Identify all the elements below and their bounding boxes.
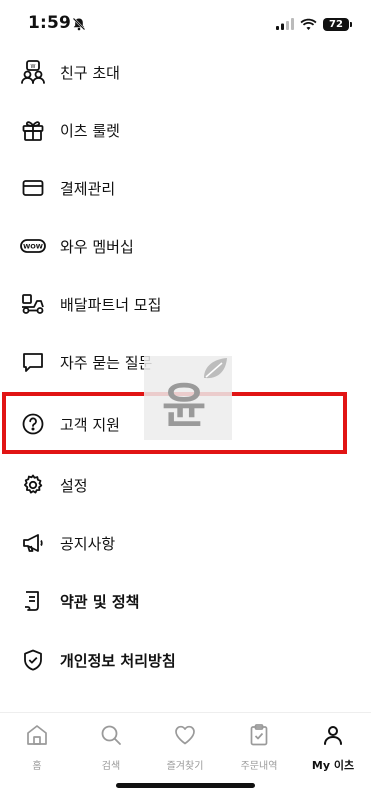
card-icon [20, 175, 46, 201]
menu-item-label: 결제관리 [60, 179, 116, 198]
chat-bubble-icon [20, 349, 46, 375]
delivery-scooter-icon [20, 291, 46, 317]
menu-item-wow-membership[interactable]: WOW 와우 멤버십 [0, 217, 371, 275]
menu-item-label: 친구 초대 [60, 63, 120, 82]
menu-item-label: 설정 [60, 476, 88, 495]
tab-search[interactable]: 검색 [74, 723, 148, 772]
signal-icon [276, 15, 294, 34]
menu-item-label: 이츠 룰렛 [60, 121, 120, 140]
gift-icon [20, 117, 46, 143]
menu-item-label: 개인정보 처리방침 [60, 651, 176, 670]
menu-item-payment[interactable]: 결제관리 [0, 159, 371, 217]
menu-item-eats-roulette[interactable]: 이츠 룰렛 [0, 101, 371, 159]
tab-label: 검색 [101, 761, 121, 772]
menu-item-terms[interactable]: 약관 및 정책 [0, 572, 371, 630]
menu-item-privacy-policy[interactable]: 개인정보 처리방침 [0, 631, 371, 689]
wifi-icon [300, 15, 317, 34]
friend-invite-icon: W [20, 59, 46, 85]
home-icon [25, 723, 49, 751]
gear-icon [20, 472, 46, 498]
megaphone-icon [20, 530, 46, 556]
menu-item-label: 배달파트너 모집 [60, 295, 162, 314]
menu-item-label: 공지사항 [60, 534, 116, 553]
document-icon [20, 588, 46, 614]
tab-label: 주문내역 [240, 761, 278, 772]
home-indicator [116, 783, 255, 788]
watermark-logo: 윤 [144, 356, 232, 440]
heart-icon [173, 723, 197, 751]
tab-home[interactable]: 홈 [0, 723, 74, 772]
tab-label: My 이츠 [311, 759, 355, 772]
shield-check-icon [20, 647, 46, 673]
tab-favorites[interactable]: 즐겨찾기 [148, 723, 222, 772]
menu-item-label: 와우 멤버십 [60, 237, 134, 256]
tab-order-history[interactable]: 주문내역 [222, 723, 296, 772]
menu-item-settings[interactable]: 설정 [0, 456, 371, 514]
tab-label: 홈 [32, 761, 42, 772]
bell-off-icon [72, 16, 86, 35]
menu-item-label: 약관 및 정책 [60, 592, 140, 611]
tab-my-eats[interactable]: My 이츠 [296, 723, 370, 773]
svg-text:W: W [31, 64, 36, 70]
tab-label: 즐겨찾기 [166, 761, 204, 772]
battery-indicator: 72 [323, 18, 352, 31]
menu-item-friend-invite[interactable]: W 친구 초대 [0, 43, 371, 101]
search-icon [99, 723, 123, 751]
svg-text:WOW: WOW [23, 243, 43, 251]
person-icon [321, 723, 345, 751]
status-bar: 1:59 72 [0, 0, 371, 44]
menu-item-notices[interactable]: 공지사항 [0, 514, 371, 572]
status-time: 1:59 [28, 13, 72, 33]
menu-item-delivery-partner[interactable]: 배달파트너 모집 [0, 275, 371, 333]
wow-badge-icon: WOW [20, 233, 46, 259]
clipboard-check-icon [247, 723, 271, 751]
menu-item-label: 자주 묻는 질문 [60, 353, 153, 372]
leaf-icon [204, 358, 227, 379]
